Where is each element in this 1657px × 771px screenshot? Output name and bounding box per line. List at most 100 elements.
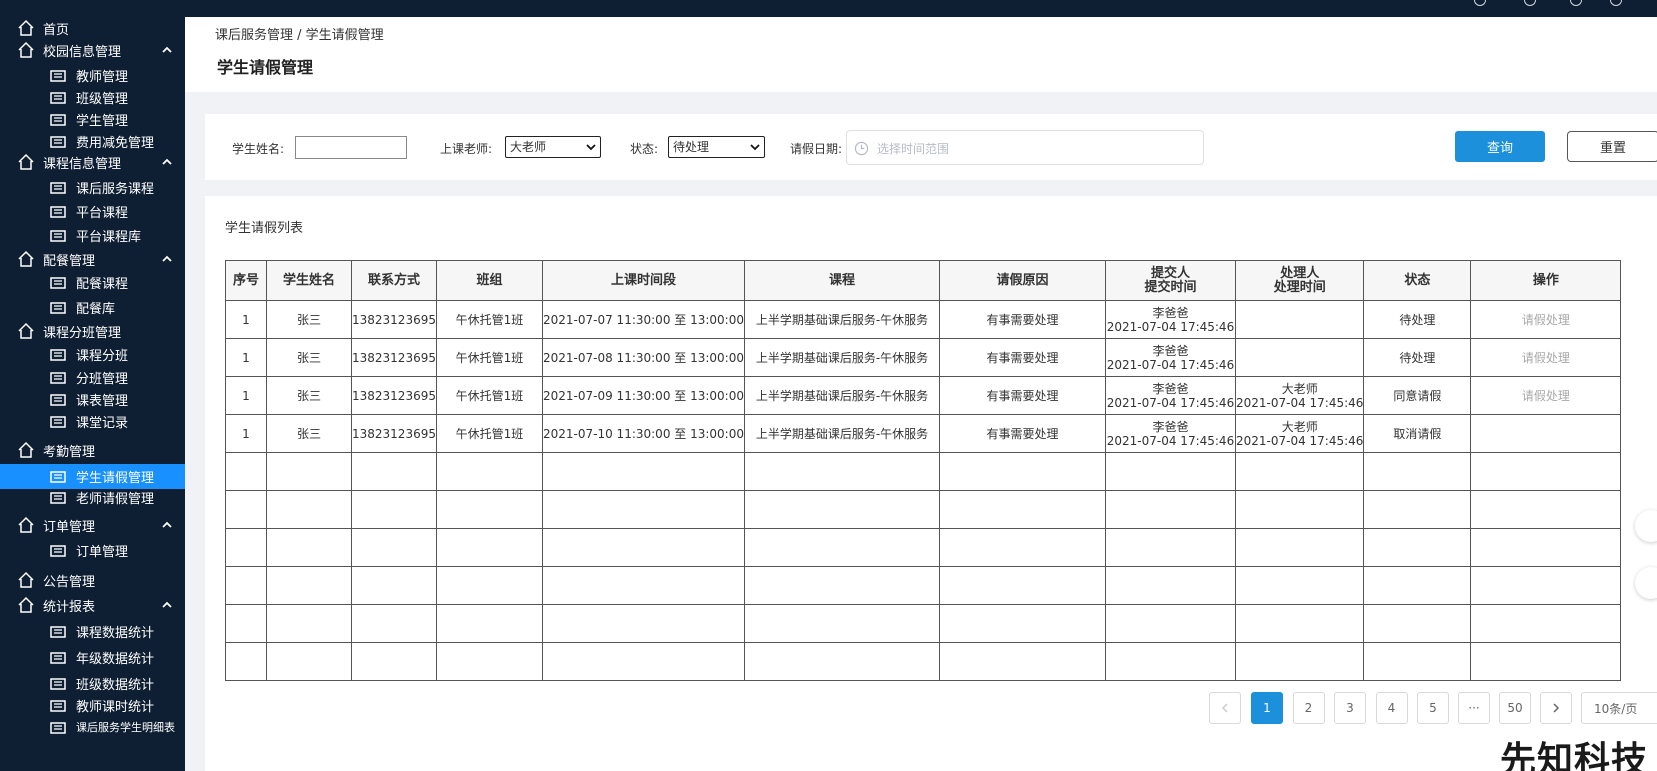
sidebar-item-22[interactable]: 订单管理 — [0, 514, 185, 536]
sidebar-item-23[interactable]: 订单管理 — [0, 539, 185, 561]
page-button[interactable]: 1 — [1251, 692, 1283, 724]
sidebar-item-11[interactable]: 配餐管理 — [0, 248, 185, 270]
empty-cell — [351, 566, 437, 605]
page-button[interactable]: 3 — [1334, 692, 1366, 724]
sidebar-item-5[interactable]: 学生管理 — [0, 108, 185, 130]
more-pages-button[interactable]: ··· — [1458, 692, 1490, 724]
sidebar-item-15[interactable]: 课程分班 — [0, 343, 185, 365]
sidebar-item-label: 课程信息管理 — [43, 156, 122, 172]
empty-cell — [436, 490, 543, 529]
cell-submitter: 李爸爸 2021-07-04 17:45:46 — [1104, 376, 1236, 415]
sidebar-item-9[interactable]: 平台课程 — [0, 200, 185, 222]
chevron-up-icon[interactable] — [161, 156, 173, 168]
sidebar-item-13[interactable]: 配餐库 — [0, 296, 185, 318]
cell-phone: 13823123695 — [351, 414, 437, 453]
sidebar-item-30[interactable]: 课后服务学生明细表 — [0, 716, 185, 738]
cell-index: 1 — [225, 414, 267, 453]
status-select[interactable]: 待处理 — [668, 136, 765, 158]
cell-submitter: 李爸爸 2021-07-04 17:45:46 — [1104, 414, 1236, 453]
last-page-button[interactable]: 50 — [1499, 692, 1531, 724]
sidebar-item-label: 费用减免管理 — [76, 135, 155, 151]
sidebar-item-label: 订单管理 — [43, 519, 96, 535]
sidebar-item-4[interactable]: 班级管理 — [0, 86, 185, 108]
chevron-down-icon — [586, 144, 596, 151]
leave-handle-link[interactable]: 请假处理 — [1470, 300, 1622, 339]
chevron-up-icon[interactable] — [161, 44, 173, 56]
leave-handle-link[interactable]: 请假处理 — [1470, 338, 1622, 377]
cell-reason: 有事需要处理 — [938, 376, 1106, 415]
search-icon[interactable] — [1474, 0, 1486, 6]
sidebar-item-6[interactable]: 费用减免管理 — [0, 130, 185, 152]
cell-phone: 13823123695 — [351, 376, 437, 415]
sidebar-item-28[interactable]: 班级数据统计 — [0, 672, 185, 694]
table-row: 1 张三 13823123695 午休托管1班 2021-07-07 11:30:00 … — [225, 300, 1622, 339]
next-page-button[interactable] — [1540, 692, 1572, 724]
cell-handler: 大老师 2021-07-04 17:45:46 — [1234, 414, 1365, 453]
ellipsis-icon: ··· — [1468, 701, 1480, 715]
user-icon[interactable] — [1610, 0, 1622, 6]
chevron-up-icon[interactable] — [161, 253, 173, 265]
empty-cell — [1104, 566, 1236, 605]
sidebar-item-17[interactable]: 课表管理 — [0, 388, 185, 410]
date-range-placeholder: 选择时间范围 — [877, 142, 950, 156]
sidebar-item-8[interactable]: 课后服务课程 — [0, 176, 185, 198]
sidebar-item-12[interactable]: 配餐课程 — [0, 271, 185, 293]
sidebar-item-7[interactable]: 课程信息管理 — [0, 151, 185, 173]
empty-cell — [351, 452, 437, 491]
student-leave-icon — [48, 466, 68, 486]
empty-cell — [266, 490, 352, 529]
teacher-select[interactable]: 大老师 — [505, 136, 601, 158]
sidebar-item-2[interactable]: 校园信息管理 — [0, 39, 185, 61]
query-button[interactable]: 查询 — [1455, 131, 1545, 162]
page-button[interactable]: 5 — [1417, 692, 1449, 724]
page-header: 课后服务管理 / 学生请假管理 学生请假管理 — [185, 17, 1657, 92]
column-header: 课程 — [743, 260, 940, 301]
empty-cell — [1470, 490, 1622, 529]
sidebar-item-16[interactable]: 分班管理 — [0, 366, 185, 388]
sidebar-item-19[interactable]: 考勤管理 — [0, 439, 185, 461]
column-header: 操作 — [1470, 260, 1622, 301]
book-icon — [16, 152, 36, 172]
sidebar-item-25[interactable]: 统计报表 — [0, 594, 185, 616]
cell-group: 午休托管1班 — [436, 414, 543, 453]
leave-handle-link[interactable]: 请假处理 — [1470, 376, 1622, 415]
empty-cell — [743, 642, 940, 681]
breadcrumb[interactable]: 课后服务管理 / 学生请假管理 — [215, 24, 384, 43]
reset-button[interactable]: 重置 — [1567, 131, 1657, 162]
sidebar-item-24[interactable]: 公告管理 — [0, 569, 185, 591]
bell-icon[interactable] — [1570, 0, 1582, 6]
sidebar-item-label: 课堂记录 — [76, 415, 129, 431]
sidebar-item-26[interactable]: 课程数据统计 — [0, 620, 185, 642]
sidebar-item-label: 学生管理 — [76, 113, 129, 129]
chevron-up-icon[interactable] — [161, 599, 173, 611]
chevron-down-icon — [750, 144, 760, 151]
sidebar-item-29[interactable]: 教师课时统计 — [0, 694, 185, 716]
empty-cell — [542, 604, 745, 643]
page-button[interactable]: 2 — [1292, 692, 1325, 724]
empty-row — [225, 452, 1622, 491]
sidebar-item-10[interactable]: 平台课程库 — [0, 224, 185, 246]
sidebar-item-18[interactable]: 课堂记录 — [0, 410, 185, 432]
sidebar-item-21[interactable]: 老师请假管理 — [0, 486, 185, 508]
page-button[interactable]: 4 — [1375, 692, 1408, 724]
list-title: 学生请假列表 — [225, 221, 304, 236]
sidebar-item-label: 考勤管理 — [43, 444, 96, 460]
empty-cell — [1104, 642, 1236, 681]
empty-cell — [225, 528, 267, 567]
message-icon[interactable] — [1524, 0, 1536, 6]
report-icon — [16, 595, 36, 615]
empty-cell — [436, 604, 543, 643]
sidebar-item-27[interactable]: 年级数据统计 — [0, 646, 185, 668]
submit-time: 2021-07-04 17:45:46 — [1106, 319, 1235, 334]
empty-cell — [1470, 528, 1622, 567]
date-range-picker[interactable]: 选择时间范围 — [846, 130, 1204, 165]
sidebar-item-3[interactable]: 教师管理 — [0, 64, 185, 86]
page-size-select[interactable]: 10条/页 — [1581, 692, 1657, 724]
chevron-up-icon[interactable] — [161, 519, 173, 531]
submit-time: 2021-07-04 17:45:46 — [1106, 357, 1235, 372]
prev-page-button[interactable] — [1209, 692, 1241, 724]
student-name-input[interactable] — [295, 136, 407, 159]
calendar-icon — [48, 389, 68, 409]
sidebar-item-14[interactable]: 课程分班管理 — [0, 320, 185, 342]
sidebar-item-1[interactable]: 首页 — [0, 17, 185, 39]
